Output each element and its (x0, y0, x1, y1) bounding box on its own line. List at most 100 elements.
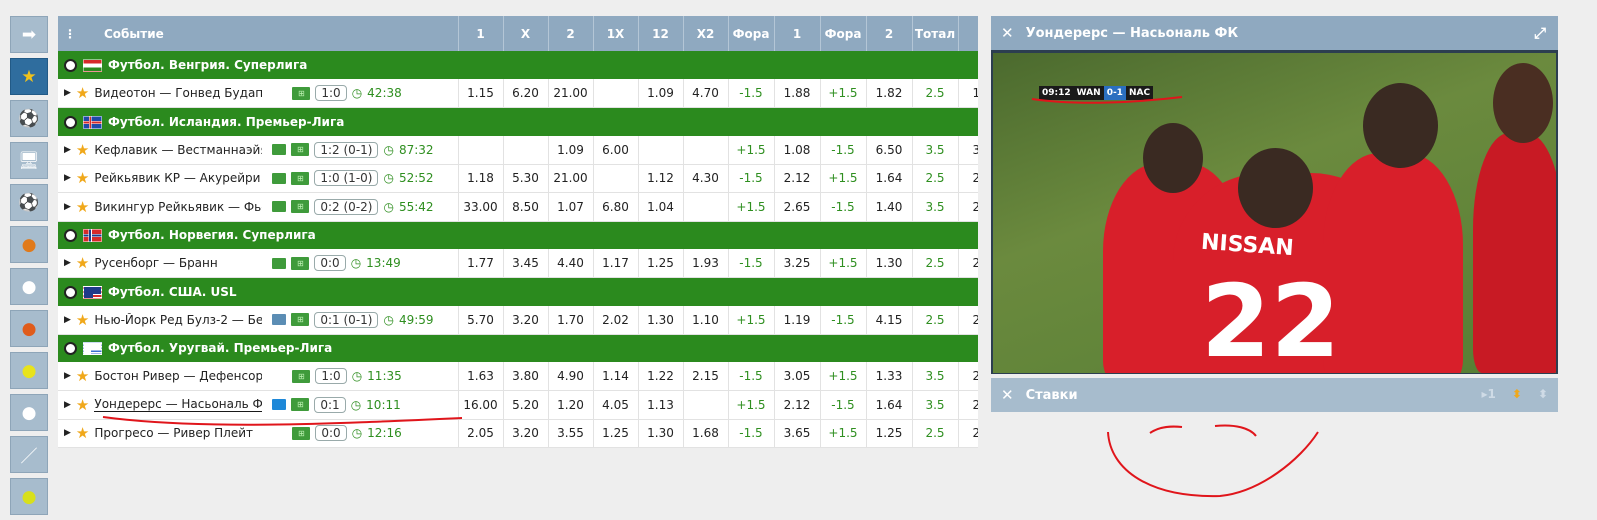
field-tracker-icon[interactable]: ⊞ (292, 86, 311, 100)
odds-cell[interactable]: 1.63 (458, 362, 504, 391)
odds-cell[interactable]: 6.00 (593, 135, 639, 165)
close-icon[interactable]: ✕ (1001, 386, 1014, 404)
odds-cell[interactable]: 1.25 (593, 419, 639, 448)
odds-cell[interactable]: 1.25 (638, 249, 684, 278)
odds-cell[interactable]: 1.64 (866, 164, 913, 193)
odds-cell[interactable]: +1.5 (820, 79, 867, 108)
odds-cell[interactable]: 4.90 (548, 362, 594, 391)
odds-cell[interactable]: 2.5 (912, 164, 959, 193)
odds-cell[interactable]: 2 (958, 305, 978, 335)
league-row[interactable]: Футбол. Норвегия. Суперлига (58, 221, 978, 249)
odds-cell[interactable]: 6.20 (503, 79, 549, 108)
live-tv-icon[interactable] (272, 257, 287, 269)
event-name[interactable]: Рейкьявик КР — Акурейри (94, 171, 262, 185)
odds-cell[interactable]: 3.25 (774, 249, 821, 278)
odds-cell[interactable]: 5.70 (458, 305, 504, 335)
odds-cell[interactable]: 3 (958, 135, 978, 165)
odds-cell[interactable]: +1.5 (820, 362, 867, 391)
odds-cell[interactable]: 1.77 (458, 249, 504, 278)
odds-cell[interactable]: -1.5 (728, 419, 775, 448)
expand-arrow-icon[interactable]: ▶ (64, 371, 71, 381)
odds-cell[interactable]: 2.5 (912, 79, 959, 108)
odds-cell[interactable]: 1.12 (638, 164, 684, 193)
odds-cell[interactable]: 2 (958, 249, 978, 278)
odds-cell[interactable]: 2.12 (774, 390, 821, 420)
odds-cell[interactable]: 2.65 (774, 192, 821, 222)
event-name[interactable]: Русенборг — Бранн (94, 256, 262, 270)
league-row[interactable]: Футбол. Исландия. Премьер-Лига (58, 107, 978, 136)
odds-cell[interactable]: 3.65 (774, 419, 821, 448)
sidebar-button-volleyball[interactable]: ● (10, 268, 48, 305)
expand-arrow-icon[interactable]: ▶ (64, 428, 71, 438)
event-name[interactable]: Викингур Рейкьявик — Фьолнир (94, 200, 262, 214)
field-tracker-icon[interactable]: ⊞ (291, 200, 310, 214)
field-tracker-icon[interactable]: ⊞ (292, 369, 311, 383)
odds-cell[interactable]: 4.70 (683, 79, 729, 108)
favorite-star-icon[interactable]: ★ (76, 311, 89, 329)
expand-arrow-icon[interactable]: ▶ (64, 145, 71, 155)
event-row[interactable]: ▶ ★ Бостон Ривер — Дефенсор Спортинг ⊞ 1:0 ◷ 1… (58, 362, 978, 391)
event-row[interactable]: ▶ ★ Нью-Йорк Ред Булз-2 — Бетлехем Стил ⊞ 0:… (58, 305, 978, 335)
odds-cell[interactable]: 21.00 (548, 164, 594, 193)
odds-cell[interactable]: 4.40 (548, 249, 594, 278)
event-row[interactable]: ▶ ★ Видеотон — Гонвед Будапешт ⊞ 1:0 ◷ 42:38 1.… (58, 79, 978, 108)
odds-cell[interactable]: 1.20 (548, 390, 594, 420)
odds-cell[interactable]: 1.10 (683, 305, 729, 335)
odds-cell[interactable]: 16.00 (458, 390, 504, 420)
live-tv-icon[interactable] (272, 172, 287, 184)
odds-cell[interactable]: 5.20 (503, 390, 549, 420)
field-tracker-icon[interactable]: ⊞ (291, 171, 310, 185)
event-name[interactable]: Видеотон — Гонвед Будапешт (94, 86, 262, 100)
odds-cell[interactable]: -1.5 (820, 192, 867, 222)
odds-cell[interactable]: 1.22 (638, 362, 684, 391)
sidebar-button-soccer-ball[interactable]: ⚽ (10, 184, 48, 221)
live-tv-icon[interactable] (272, 314, 287, 325)
field-tracker-icon[interactable]: ⊞ (291, 143, 310, 156)
league-row[interactable]: Футбол. Венгрия. Суперлига (58, 51, 978, 79)
odds-cell[interactable]: 2.05 (458, 419, 504, 448)
event-name[interactable]: Прогресо — Ривер Плейт (94, 426, 262, 440)
live-tv-icon[interactable] (272, 399, 287, 411)
sidebar-button-basketball[interactable]: ● (10, 226, 48, 263)
odds-cell[interactable]: 3.5 (912, 362, 959, 391)
expand-arrow-icon[interactable]: ▶ (64, 315, 71, 325)
odds-cell[interactable]: 3.20 (503, 419, 549, 448)
odds-cell[interactable]: 2.12 (774, 164, 821, 193)
odds-cell[interactable]: 1.08 (774, 135, 821, 165)
favorite-star-icon[interactable]: ★ (76, 396, 89, 414)
live-tv-icon[interactable] (272, 201, 287, 213)
odds-cell[interactable]: 3.55 (548, 419, 594, 448)
odds-cell[interactable]: 2.5 (912, 249, 959, 278)
event-row[interactable]: ▶ ★ Рейкьявик КР — Акурейри ⊞ 1:0 (1-0) ◷ 52:5… (58, 164, 978, 193)
bet-count-icon[interactable]: ▸1 (1482, 387, 1496, 401)
odds-cell[interactable]: +1.5 (820, 419, 867, 448)
odds-cell[interactable]: 1.13 (638, 390, 684, 420)
odds-cell[interactable]: 1.88 (774, 79, 821, 108)
odds-cell[interactable]: 5.30 (503, 164, 549, 193)
odds-cell[interactable]: 2 (958, 164, 978, 193)
odds-cell[interactable]: 1.17 (593, 249, 639, 278)
expand-arrow-icon[interactable]: ▶ (64, 400, 71, 410)
field-tracker-icon[interactable]: ⊞ (291, 256, 310, 270)
odds-cell[interactable]: -1.5 (820, 390, 867, 420)
expand-arrow-icon[interactable]: ▶ (64, 173, 71, 183)
odds-cell[interactable]: 1.09 (638, 79, 684, 108)
odds-cell[interactable]: 2 (958, 362, 978, 391)
event-row[interactable]: ▶ ★ Русенборг — Бранн ⊞ 0:0 ◷ 13:49 1.77 3.45 4.4… (58, 249, 978, 278)
odds-cell[interactable]: -1.5 (728, 164, 775, 193)
collapse-icon[interactable]: ⬍ (1538, 387, 1548, 401)
odds-cell[interactable]: 3.20 (503, 305, 549, 335)
odds-cell[interactable]: 1.40 (866, 192, 913, 222)
odds-cell[interactable]: 3.5 (912, 192, 959, 222)
sidebar-button-hockey[interactable]: ● (10, 394, 48, 431)
odds-cell[interactable]: 2.02 (593, 305, 639, 335)
favorite-star-icon[interactable]: ★ (76, 424, 89, 442)
favorite-star-icon[interactable]: ★ (76, 367, 89, 385)
sidebar-button-star[interactable]: ★ (10, 58, 48, 95)
odds-cell[interactable]: 33.00 (458, 192, 504, 222)
odds-cell[interactable]: 8.50 (503, 192, 549, 222)
event-row[interactable]: ▶ ★ Викингур Рейкьявик — Фьолнир ⊞ 0:2 (0-2)… (58, 192, 978, 222)
odds-cell[interactable]: -1.5 (728, 79, 775, 108)
league-row[interactable]: Футбол. Уругвай. Премьер-Лига (58, 334, 978, 362)
favorite-star-icon[interactable]: ★ (76, 84, 89, 102)
